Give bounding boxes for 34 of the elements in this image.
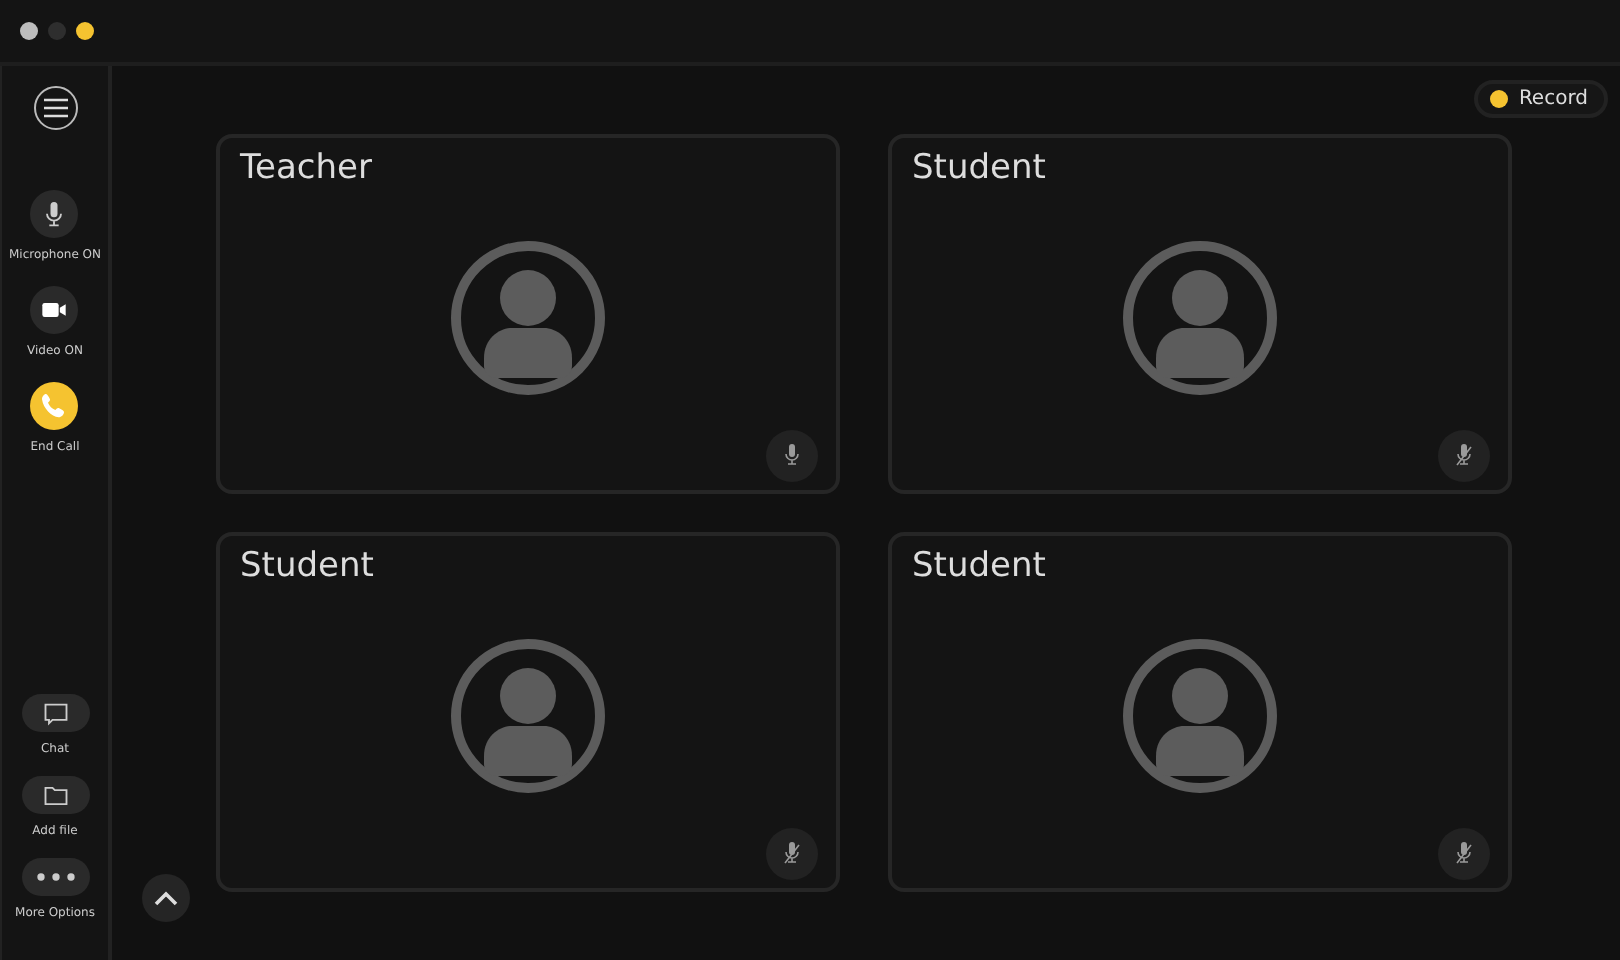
video-button[interactable] (30, 286, 79, 334)
avatar-icon (1120, 238, 1280, 398)
microphone-button[interactable] (1438, 430, 1490, 482)
avatar-icon (448, 238, 608, 398)
avatar-icon (448, 636, 608, 796)
muted-microphone-icon (780, 840, 804, 868)
participant-name: Student (912, 546, 1046, 586)
record-dot-icon (1490, 90, 1509, 108)
chevron-up-icon (154, 890, 178, 906)
window-control-dot[interactable] (20, 22, 38, 40)
folder-button[interactable] (21, 776, 89, 814)
participant-name: Teacher (240, 148, 372, 188)
end-call-button[interactable] (30, 382, 79, 430)
expand-button[interactable] (142, 874, 190, 922)
microphone-button[interactable] (766, 430, 818, 482)
more-dots-icon (35, 872, 75, 882)
folder-icon (39, 781, 71, 809)
avatar-icon (1120, 636, 1280, 796)
window-control-dot[interactable] (48, 22, 66, 40)
microphone-button[interactable] (766, 828, 818, 880)
participant-name: Student (912, 148, 1046, 188)
window-control-dot[interactable] (76, 22, 94, 40)
chat-icon (39, 699, 71, 727)
menu-button[interactable] (33, 86, 77, 130)
microphone-icon (780, 442, 804, 470)
participant-name: Student (240, 546, 374, 586)
mic-button[interactable] (30, 190, 79, 238)
microphone-button[interactable] (1438, 828, 1490, 880)
record-button[interactable]: Record (1474, 80, 1608, 118)
muted-microphone-icon (1452, 442, 1476, 470)
muted-microphone-icon (1452, 840, 1476, 868)
chat-button[interactable] (21, 694, 89, 732)
menu-icon (43, 98, 67, 118)
more-button[interactable] (21, 858, 89, 896)
